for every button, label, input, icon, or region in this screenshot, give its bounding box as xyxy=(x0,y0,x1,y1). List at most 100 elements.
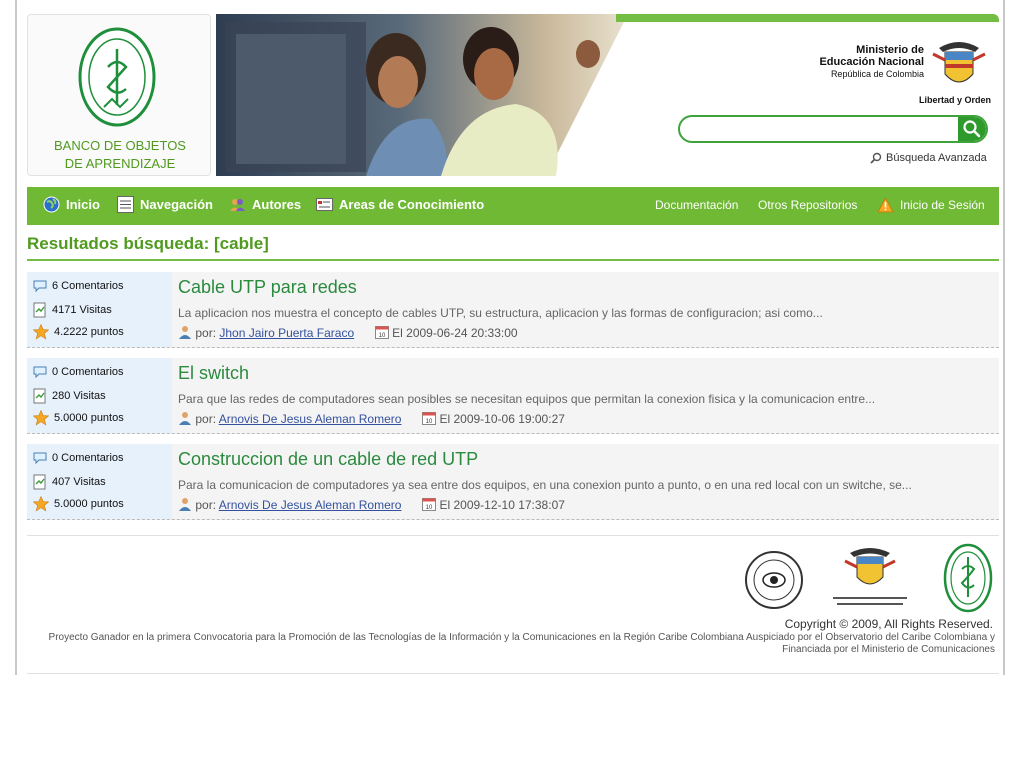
points-label: 4.2222 puntos xyxy=(54,325,124,338)
comment-icon xyxy=(33,452,47,465)
calendar-icon: 10 xyxy=(422,498,437,511)
result-date: El 2009-06-24 20:33:00 xyxy=(392,326,518,340)
user-icon xyxy=(179,326,191,339)
author-link[interactable]: Arnovis De Jesus Aleman Romero xyxy=(219,412,402,426)
calendar-icon: 10 xyxy=(422,412,437,425)
university-footer-logo xyxy=(943,543,993,613)
visits-label: 407 Visitas xyxy=(52,475,106,488)
by-label: por: xyxy=(195,412,217,426)
visits-label: 4171 Visitas xyxy=(52,303,112,316)
user-icon xyxy=(179,498,191,511)
result-date: El 2009-12-10 17:38:07 xyxy=(439,498,565,512)
search-button[interactable] xyxy=(958,117,986,141)
svg-text:10: 10 xyxy=(426,419,433,425)
nav-label: Autores xyxy=(252,197,302,212)
comments-label: 0 Comentarios xyxy=(52,452,124,464)
divider xyxy=(27,259,999,261)
result-stats: 0 Comentarios 280 Visitas 5.0000 puntos xyxy=(27,358,172,433)
footer-bottom-divider xyxy=(27,673,999,674)
search-input[interactable] xyxy=(686,120,954,138)
result-description: Para que las redes de computadores sean … xyxy=(178,392,876,406)
site-logo[interactable]: BANCO DE OBJETOS DE APRENDIZAJE xyxy=(27,14,211,176)
result-description: La aplicacion nos muestra el concepto de… xyxy=(178,306,823,320)
magnifier-icon xyxy=(870,152,882,164)
rating-points: 5.0000 puntos xyxy=(33,496,124,512)
visits-count: 280 Visitas xyxy=(33,388,106,404)
nav-item-inicio-sesion[interactable]: Inicio de Sesión xyxy=(877,187,985,225)
page-visits-icon xyxy=(33,302,46,318)
comments-count[interactable]: 6 Comentarios xyxy=(33,280,124,293)
calendar-icon: 10 xyxy=(374,326,389,339)
nav-label: Documentación xyxy=(655,198,739,212)
card-icon xyxy=(316,198,333,212)
ministry-line2: Educación Nacional xyxy=(819,56,924,68)
author-link[interactable]: Arnovis De Jesus Aleman Romero xyxy=(219,498,402,512)
observatorio-logo xyxy=(745,551,803,609)
project-credits-line1: Proyecto Ganador en la primera Convocato… xyxy=(48,632,995,643)
project-credits: Proyecto Ganador en la primera Convocato… xyxy=(37,632,995,656)
users-icon xyxy=(230,199,245,212)
students-photo xyxy=(216,14,628,176)
svg-text:10: 10 xyxy=(426,505,433,511)
footer-logos xyxy=(743,543,993,613)
nav-item-documentacion[interactable]: Documentación xyxy=(655,187,738,225)
nav-item-navegacion[interactable]: Navegación xyxy=(117,187,213,225)
warning-icon xyxy=(877,196,894,213)
globe-icon xyxy=(43,196,60,213)
points-label: 5.0000 puntos xyxy=(54,411,124,424)
project-credits-line2: Financiada por el Ministerio de Comunica… xyxy=(782,644,995,655)
result-title-link[interactable]: Cable UTP para redes xyxy=(178,277,357,298)
comments-label: 6 Comentarios xyxy=(52,280,124,292)
comments-label: 0 Comentarios xyxy=(52,366,124,378)
logo-title: BANCO DE OBJETOS DE APRENDIZAJE xyxy=(28,137,212,173)
by-label: por: xyxy=(195,498,217,512)
nav-label: Navegación xyxy=(140,197,213,212)
nav-item-autores[interactable]: Autores xyxy=(229,187,301,225)
result-meta: por: Arnovis De Jesus Aleman Romero 10 E… xyxy=(178,411,565,426)
ministry-line1: Ministerio de xyxy=(856,44,924,56)
footer-divider xyxy=(27,535,999,536)
list-icon xyxy=(117,196,134,214)
logo-title-line1: BANCO DE OBJETOS xyxy=(54,138,186,153)
by-label: por: xyxy=(195,326,217,340)
result-item: 6 Comentarios 4171 Visitas 4.2222 puntos… xyxy=(27,272,999,348)
result-stats: 0 Comentarios 407 Visitas 5.0000 puntos xyxy=(27,444,172,519)
svg-text:10: 10 xyxy=(378,333,385,339)
comment-icon xyxy=(33,366,47,379)
points-label: 5.0000 puntos xyxy=(54,497,124,510)
ministry-logo-text: Ministerio de Educación Nacional Repúbli… xyxy=(819,44,924,80)
main-nav: Inicio Navegación Autores Areas de Conoc… xyxy=(27,187,999,225)
page-container: BANCO DE OBJETOS DE APRENDIZAJE Minister… xyxy=(15,0,1005,675)
search-box xyxy=(678,115,988,143)
result-item: 0 Comentarios 407 Visitas 5.0000 puntos … xyxy=(27,444,999,520)
comments-count[interactable]: 0 Comentarios xyxy=(33,366,124,379)
result-title-link[interactable]: Construccion de un cable de red UTP xyxy=(178,449,478,470)
result-title-link[interactable]: El switch xyxy=(178,363,249,384)
ministry-motto: Libertad y Orden xyxy=(918,95,991,105)
result-item: 0 Comentarios 280 Visitas 5.0000 puntos … xyxy=(27,358,999,434)
nav-item-otros-repositorios[interactable]: Otros Repositorios xyxy=(758,187,857,225)
star-icon xyxy=(33,496,49,512)
copyright-text: Copyright © 2009, All Rights Reserved. xyxy=(784,617,993,631)
advanced-search-link[interactable]: Búsqueda Avanzada xyxy=(869,152,987,164)
page-visits-icon xyxy=(33,388,46,404)
comments-count[interactable]: 0 Comentarios xyxy=(33,452,124,465)
result-meta: por: Arnovis De Jesus Aleman Romero 10 E… xyxy=(178,497,565,512)
colombia-coat-of-arms-icon xyxy=(932,42,986,83)
visits-label: 280 Visitas xyxy=(52,389,106,402)
star-icon xyxy=(33,324,49,340)
result-date: El 2009-10-06 19:00:27 xyxy=(439,412,565,426)
advanced-search-label: Búsqueda Avanzada xyxy=(886,152,987,164)
nav-label: Areas de Conocimiento xyxy=(339,197,485,212)
header-banner: Ministerio de Educación Nacional Repúbli… xyxy=(216,14,999,176)
comment-icon xyxy=(33,280,47,293)
nav-item-inicio[interactable]: Inicio xyxy=(43,187,100,225)
visits-count: 4171 Visitas xyxy=(33,302,112,318)
rating-points: 4.2222 puntos xyxy=(33,324,124,340)
author-link[interactable]: Jhon Jairo Puerta Faraco xyxy=(219,326,354,340)
star-icon xyxy=(33,410,49,426)
logo-title-line2: DE APRENDIZAJE xyxy=(64,156,176,171)
user-icon xyxy=(179,412,191,425)
visits-count: 407 Visitas xyxy=(33,474,106,490)
nav-item-areas-conocimiento[interactable]: Areas de Conocimiento xyxy=(316,187,484,225)
